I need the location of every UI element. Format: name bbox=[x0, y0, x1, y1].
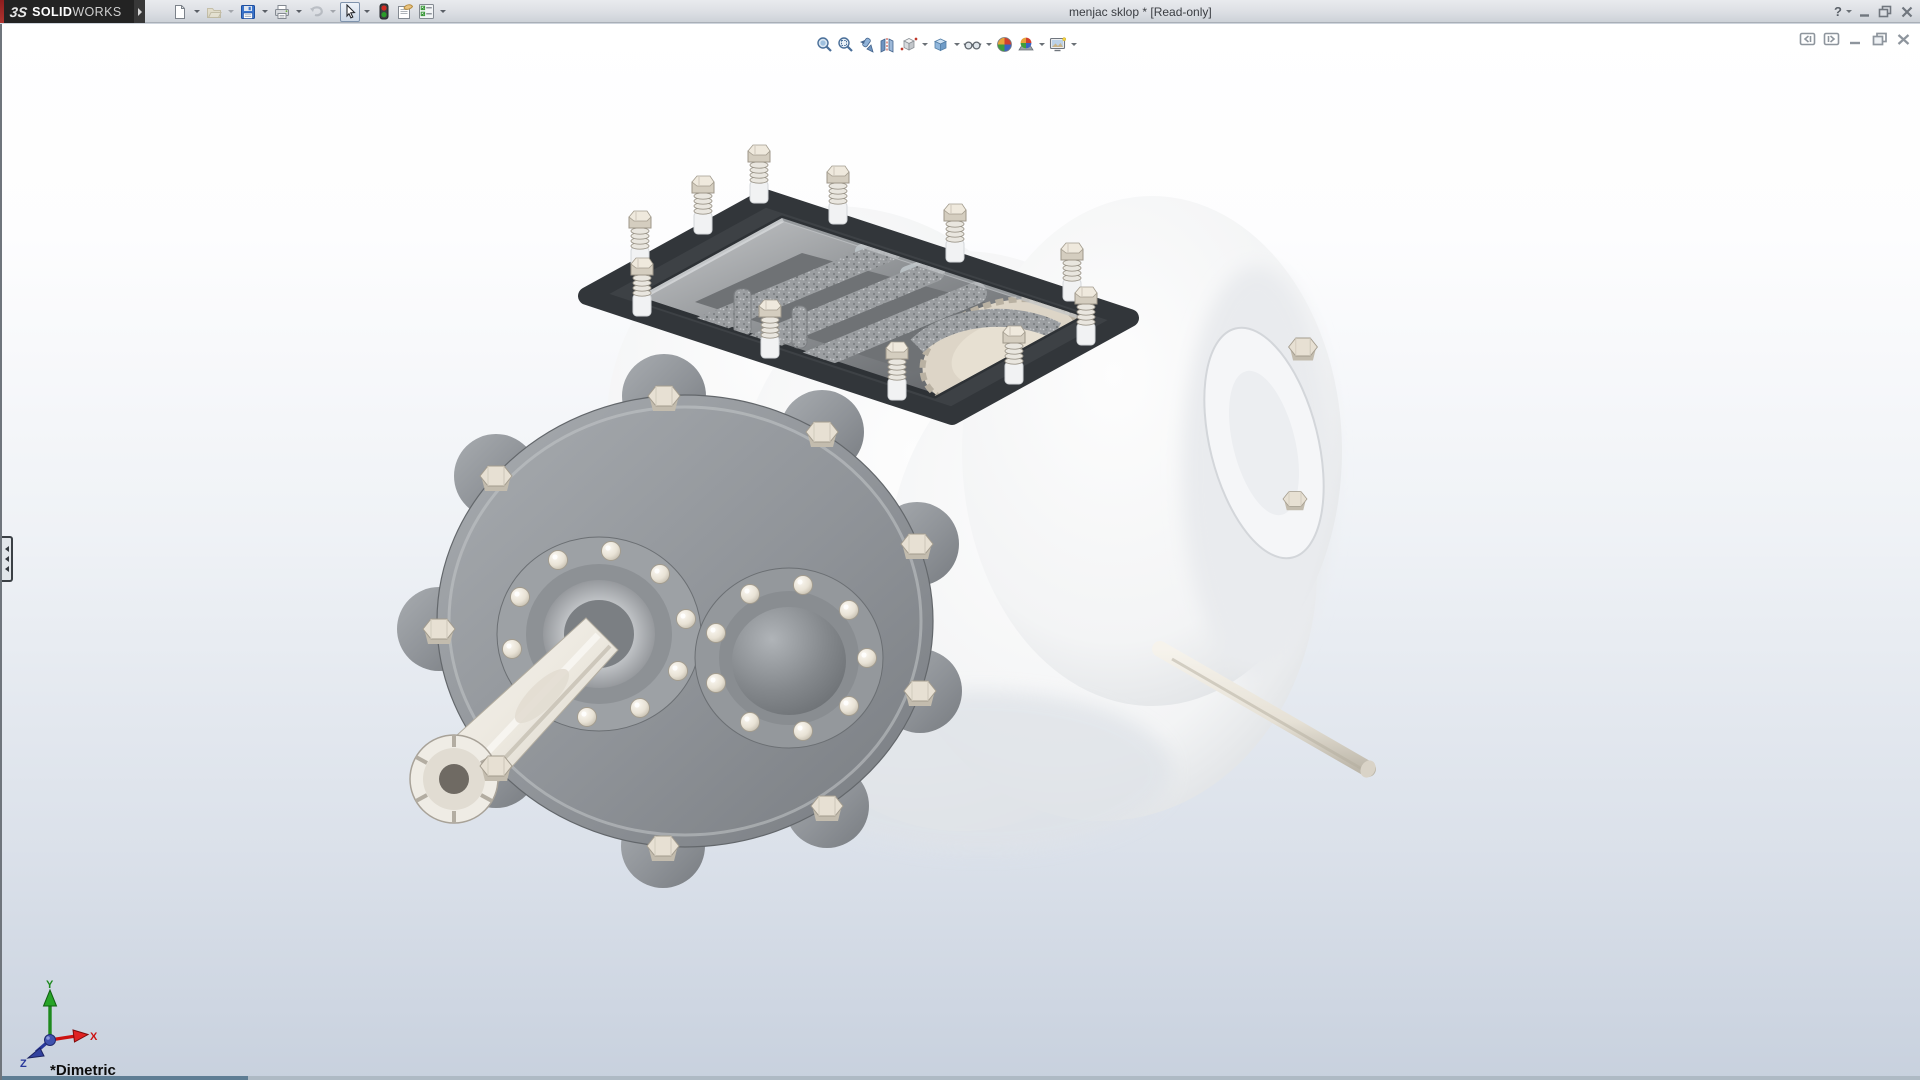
new-document-dropdown[interactable] bbox=[191, 2, 202, 22]
restore-icon bbox=[1878, 5, 1893, 18]
display-style-icon bbox=[932, 36, 949, 53]
hide-show-items-button[interactable] bbox=[962, 34, 983, 55]
new-document-icon bbox=[172, 4, 188, 20]
view-settings-icon bbox=[1049, 36, 1067, 53]
minimize-icon bbox=[1858, 6, 1872, 18]
view-orientation-icon bbox=[900, 36, 918, 53]
previous-view-button[interactable] bbox=[856, 34, 877, 55]
file-properties-button[interactable] bbox=[395, 2, 415, 22]
zoom-to-area-button[interactable] bbox=[835, 34, 856, 55]
print-icon bbox=[274, 4, 290, 20]
feature-tree-collapse-tab[interactable] bbox=[2, 536, 13, 582]
doc-minimize-icon bbox=[1848, 33, 1863, 46]
rear-bolt bbox=[1283, 492, 1307, 511]
solidworks-logo: 3S SOLIDWORKS bbox=[0, 0, 134, 23]
save-dropdown[interactable] bbox=[259, 2, 270, 22]
select-button[interactable] bbox=[340, 2, 360, 22]
section-view-button[interactable] bbox=[877, 34, 898, 55]
view-orientation-button[interactable] bbox=[898, 34, 919, 55]
section-view-icon bbox=[879, 36, 896, 53]
traffic-light-icon bbox=[378, 3, 390, 20]
close-button[interactable] bbox=[1897, 3, 1916, 21]
collapse-panel-left-button[interactable] bbox=[1797, 30, 1818, 48]
expand-right-icon bbox=[1823, 32, 1840, 46]
graphics-viewport[interactable]: Y X Z *Dimetric bbox=[0, 24, 1920, 1080]
window-title: menjac sklop * [Read-only] bbox=[1069, 5, 1212, 19]
apply-scene-icon bbox=[1017, 36, 1035, 53]
doc-close-button[interactable] bbox=[1893, 30, 1914, 48]
options-button[interactable] bbox=[416, 2, 436, 22]
view-orientation-dropdown[interactable] bbox=[919, 34, 930, 55]
close-icon bbox=[1900, 6, 1914, 18]
zoom-to-area-icon bbox=[837, 36, 854, 53]
brand-solid: SOLID bbox=[32, 5, 72, 19]
help-dropdown[interactable] bbox=[1844, 10, 1853, 13]
undo-dropdown[interactable] bbox=[327, 2, 338, 22]
print-button[interactable] bbox=[272, 2, 292, 22]
menu-expand-arrow[interactable] bbox=[134, 0, 145, 23]
zoom-to-fit-icon bbox=[816, 36, 833, 53]
select-cursor-icon bbox=[343, 4, 358, 19]
undo-icon bbox=[308, 3, 325, 20]
expand-panel-right-button[interactable] bbox=[1821, 30, 1842, 48]
new-document-button[interactable] bbox=[170, 2, 190, 22]
view-settings-button[interactable] bbox=[1047, 34, 1068, 55]
standard-toolbar bbox=[170, 1, 450, 22]
document-window-controls bbox=[1794, 30, 1914, 48]
title-bar: 3S SOLIDWORKS bbox=[0, 0, 1920, 23]
open-dropdown[interactable] bbox=[225, 2, 236, 22]
doc-restore-icon bbox=[1872, 32, 1888, 46]
headsup-view-toolbar bbox=[814, 32, 1079, 56]
hide-show-items-dropdown[interactable] bbox=[983, 34, 994, 55]
display-style-button[interactable] bbox=[930, 34, 951, 55]
doc-restore-button[interactable] bbox=[1869, 30, 1890, 48]
doc-close-icon bbox=[1896, 33, 1911, 46]
restore-button[interactable] bbox=[1876, 3, 1895, 21]
logo-red-strip bbox=[0, 0, 4, 23]
window-controls: ? bbox=[1832, 0, 1916, 23]
doc-minimize-button[interactable] bbox=[1845, 30, 1866, 48]
save-floppy-icon bbox=[240, 4, 256, 20]
display-style-dropdown[interactable] bbox=[951, 34, 962, 55]
triad-y-label: Y bbox=[46, 979, 54, 991]
view-orientation-label: *Dimetric bbox=[50, 1062, 116, 1079]
undo-button[interactable] bbox=[306, 2, 326, 22]
save-button[interactable] bbox=[238, 2, 258, 22]
rebuild-button[interactable] bbox=[374, 2, 394, 22]
edit-appearance-button[interactable] bbox=[994, 34, 1015, 55]
rear-bolt bbox=[1289, 338, 1318, 361]
previous-view-icon bbox=[858, 36, 875, 53]
reference-triad: Y X Z bbox=[8, 978, 100, 1068]
collapse-left-icon bbox=[1799, 32, 1816, 46]
options-checklist-icon bbox=[418, 3, 435, 20]
zoom-to-fit-button[interactable] bbox=[814, 34, 835, 55]
right-domed-cover bbox=[695, 568, 883, 748]
help-button[interactable]: ? bbox=[1832, 4, 1844, 19]
triad-z-label: Z bbox=[20, 1058, 27, 1068]
brand-works: WORKS bbox=[72, 5, 121, 19]
triad-x-label: X bbox=[90, 1031, 98, 1043]
options-dropdown[interactable] bbox=[437, 2, 448, 22]
gearbox-3d-model[interactable] bbox=[2, 24, 1920, 1080]
appearance-sphere-icon bbox=[996, 36, 1013, 53]
open-button[interactable] bbox=[204, 2, 224, 22]
minimize-button[interactable] bbox=[1855, 3, 1874, 21]
status-bar-edge bbox=[2, 1076, 1920, 1080]
ds-logo-glyph: 3S bbox=[9, 4, 28, 20]
status-bar-edge-segment bbox=[2, 1076, 248, 1080]
file-properties-icon bbox=[396, 3, 414, 20]
apply-scene-dropdown[interactable] bbox=[1036, 34, 1047, 55]
print-dropdown[interactable] bbox=[293, 2, 304, 22]
open-folder-icon bbox=[206, 4, 222, 20]
apply-scene-button[interactable] bbox=[1015, 34, 1036, 55]
view-settings-dropdown[interactable] bbox=[1068, 34, 1079, 55]
eyeglasses-icon bbox=[963, 36, 982, 53]
select-dropdown[interactable] bbox=[361, 2, 372, 22]
